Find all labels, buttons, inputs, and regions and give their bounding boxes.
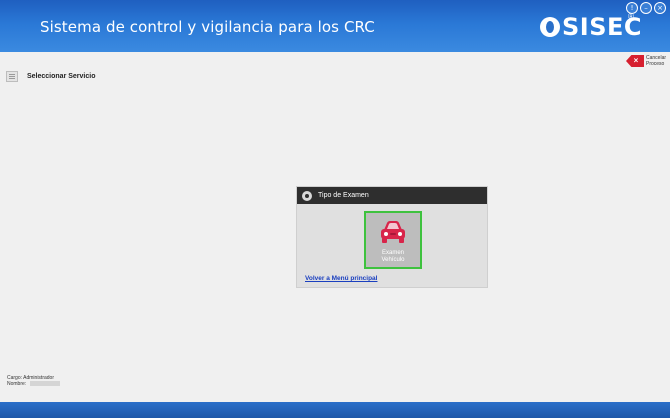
help-button[interactable]: !	[626, 2, 638, 14]
minimize-button[interactable]: –	[640, 2, 652, 14]
app-window: Sistema de control y vigilancia para los…	[0, 0, 670, 418]
footer-bar	[0, 402, 670, 418]
logo-mark-icon	[540, 17, 560, 37]
list-icon	[6, 71, 18, 82]
gear-icon	[302, 190, 312, 201]
window-controls: ! – ×	[626, 2, 666, 14]
exam-type-panel: Tipo de Examen Examen Vehículo Volver a …	[296, 186, 488, 288]
cancel-label-line2: Proceso	[646, 61, 665, 67]
vehicle-exam-label-line1: Examen	[381, 250, 404, 256]
cancel-icon: ×	[626, 55, 644, 67]
car-icon	[381, 221, 405, 243]
sisec-logo: SISEC	[540, 13, 642, 41]
panel-header: Tipo de Examen	[297, 187, 487, 204]
vehicle-exam-button[interactable]: Examen Vehículo	[364, 211, 422, 269]
panel-title: Tipo de Examen	[318, 192, 369, 199]
back-to-main-menu-link[interactable]: Volver a Menú principal	[305, 275, 377, 282]
user-info: Cargo: Administrador Nombre:	[7, 375, 60, 387]
header-bar: Sistema de control y vigilancia para los…	[0, 0, 670, 52]
cancel-process-button[interactable]: × Cancelar Proceso	[626, 55, 670, 67]
vehicle-exam-label: Examen Vehículo	[366, 250, 420, 264]
cancel-process-label: Cancelar Proceso	[646, 55, 670, 67]
app-title: Sistema de control y vigilancia para los…	[40, 18, 375, 36]
select-service-label: Seleccionar Servicio	[27, 73, 96, 80]
select-service-row: Seleccionar Servicio	[6, 71, 95, 82]
close-button[interactable]: ×	[654, 2, 666, 14]
user-name-redacted	[29, 381, 60, 387]
user-name-row: Nombre:	[7, 381, 60, 387]
nombre-label: Nombre:	[7, 381, 27, 387]
vehicle-exam-label-line2: Vehículo	[381, 257, 405, 263]
